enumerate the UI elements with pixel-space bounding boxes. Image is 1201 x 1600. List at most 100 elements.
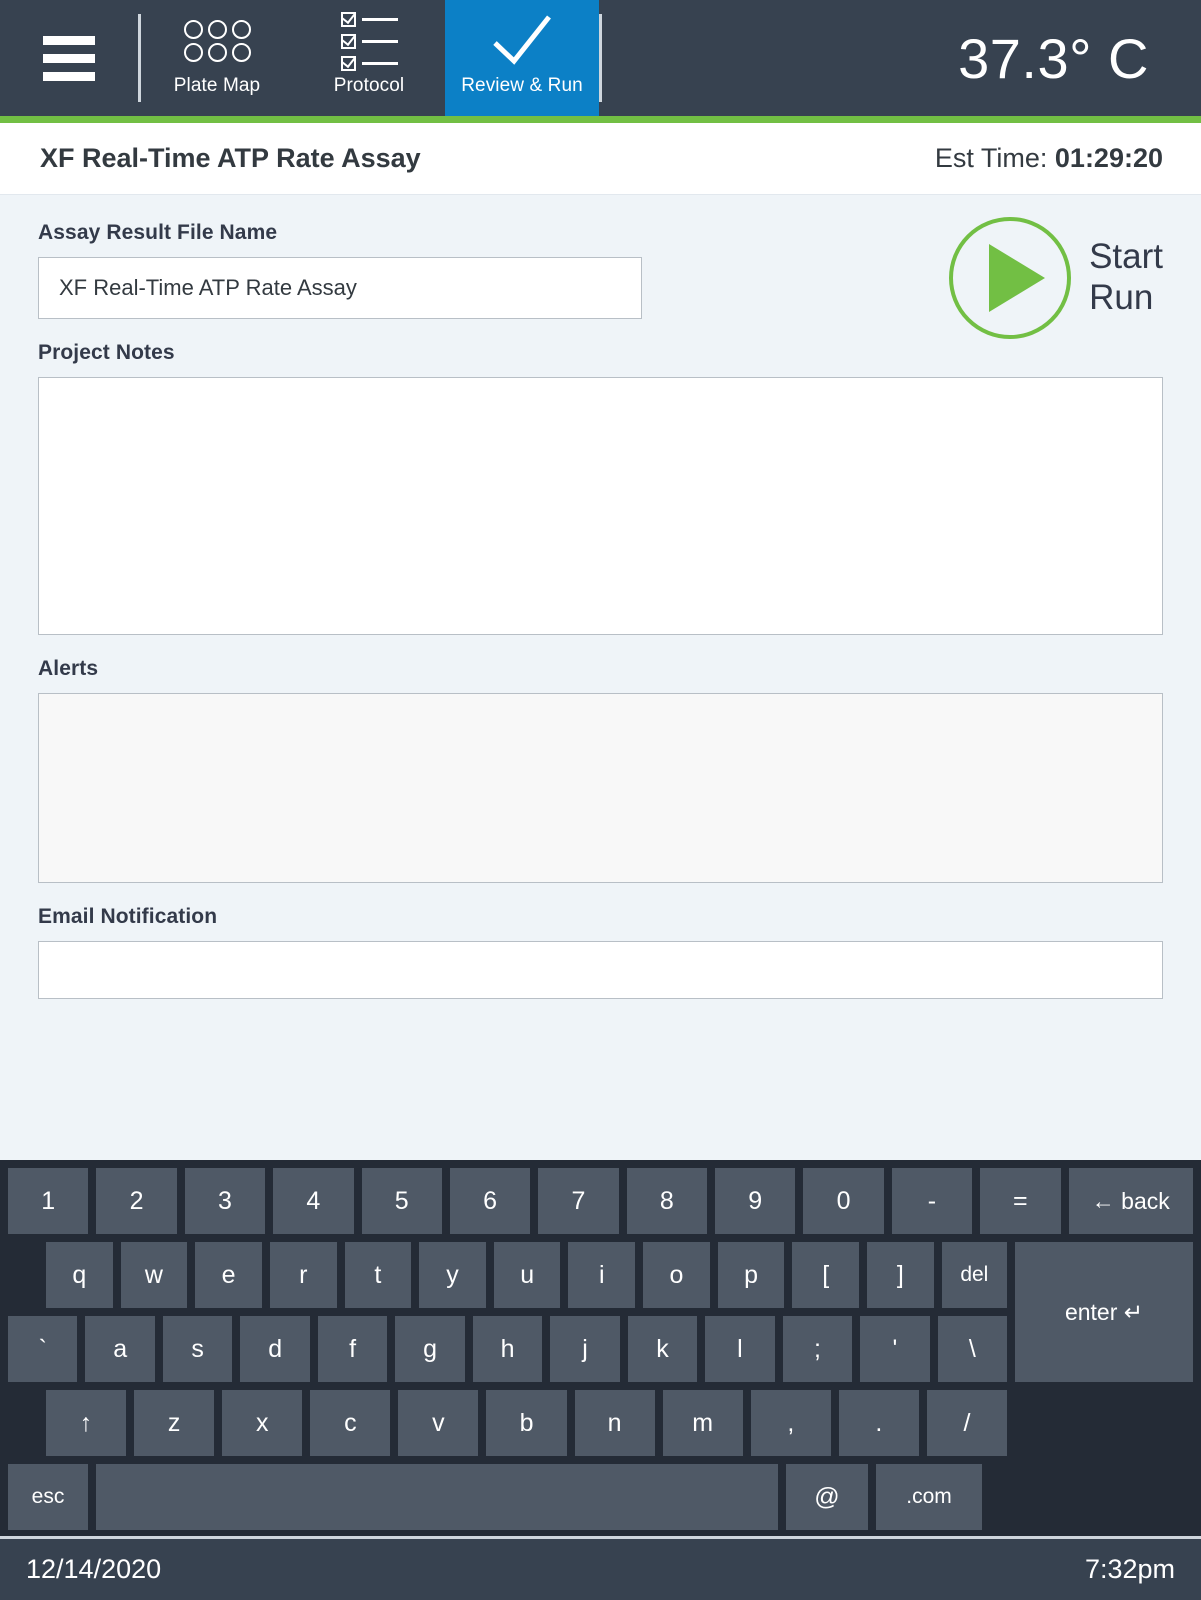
key-comma[interactable]: , bbox=[750, 1390, 831, 1456]
key-dot-com[interactable]: .com bbox=[876, 1464, 982, 1530]
key-x[interactable]: x bbox=[222, 1390, 303, 1456]
key-g[interactable]: g bbox=[395, 1316, 465, 1382]
tab-review-and-run-label: Review & Run bbox=[461, 75, 583, 96]
key-n[interactable]: n bbox=[574, 1390, 655, 1456]
temperature-display: 37.3° C bbox=[958, 26, 1149, 90]
key-6[interactable]: 6 bbox=[449, 1168, 531, 1234]
key-4[interactable]: 4 bbox=[273, 1168, 354, 1234]
email-notification-label: Email Notification bbox=[38, 905, 218, 928]
keyboard-lower-section: q w e r t y u i o p [ ] del ` a s d f g … bbox=[8, 1242, 1193, 1530]
key-apostrophe[interactable]: ' bbox=[860, 1316, 930, 1382]
key-a[interactable]: a bbox=[85, 1316, 155, 1382]
keyboard-letter-rows: q w e r t y u i o p [ ] del ` a s d f g … bbox=[8, 1242, 1008, 1530]
status-bar: 12/14/2020 7:32pm bbox=[0, 1536, 1201, 1600]
assay-title-bar: XF Real-Time ATP Rate Assay Est Time: 01… bbox=[0, 123, 1201, 195]
keyboard-row-home: ` a s d f g h j k l ; ' \ bbox=[8, 1316, 1008, 1382]
key-2[interactable]: 2 bbox=[96, 1168, 177, 1234]
alerts-textarea bbox=[38, 693, 1163, 883]
tab-plate-map-label: Plate Map bbox=[173, 75, 261, 96]
key-l[interactable]: l bbox=[705, 1316, 775, 1382]
key-v[interactable]: v bbox=[398, 1390, 479, 1456]
alerts-group: Alerts bbox=[38, 657, 1163, 883]
key-t[interactable]: t bbox=[344, 1242, 412, 1308]
key-w[interactable]: w bbox=[120, 1242, 188, 1308]
key-delete[interactable]: del bbox=[941, 1242, 1007, 1308]
key-0[interactable]: 0 bbox=[803, 1168, 884, 1234]
status-time: 7:32pm bbox=[1084, 1554, 1175, 1584]
key-s[interactable]: s bbox=[162, 1316, 233, 1382]
key-8[interactable]: 8 bbox=[626, 1168, 707, 1234]
on-screen-keyboard: 1 2 3 4 5 6 7 8 9 0 - = ← back q w e r t bbox=[0, 1160, 1201, 1536]
status-date: 12/14/2020 bbox=[26, 1554, 162, 1584]
checkmark-icon bbox=[489, 13, 555, 69]
key-9[interactable]: 9 bbox=[715, 1168, 796, 1234]
application-window: Plate Map Protocol Review & Run 37.3° C bbox=[0, 0, 1201, 1600]
key-q[interactable]: q bbox=[46, 1242, 113, 1308]
key-backspace[interactable]: ← back bbox=[1068, 1168, 1194, 1234]
key-5[interactable]: 5 bbox=[361, 1168, 442, 1234]
key-z[interactable]: z bbox=[134, 1390, 215, 1456]
green-accent-bar bbox=[0, 116, 1201, 123]
key-1[interactable]: 1 bbox=[8, 1168, 89, 1234]
hamburger-line bbox=[43, 71, 95, 81]
key-u[interactable]: u bbox=[493, 1242, 561, 1308]
key-bracket-left[interactable]: [ bbox=[792, 1242, 860, 1308]
keyboard-row-numbers: 1 2 3 4 5 6 7 8 9 0 - = ← back bbox=[8, 1168, 1194, 1234]
tab-protocol[interactable]: Protocol bbox=[293, 0, 445, 116]
tab-review-and-run[interactable]: Review & Run bbox=[445, 0, 599, 116]
key-enter[interactable]: enter ↵ bbox=[1015, 1242, 1193, 1382]
file-name-input[interactable]: XF Real-Time ATP Rate Assay bbox=[38, 257, 642, 319]
key-7[interactable]: 7 bbox=[538, 1168, 619, 1234]
key-j[interactable]: j bbox=[550, 1316, 620, 1382]
keyboard-row-bottom: esc @ .com bbox=[8, 1464, 1007, 1530]
key-backslash[interactable]: \ bbox=[937, 1316, 1008, 1382]
key-o[interactable]: o bbox=[643, 1242, 710, 1308]
hamburger-menu-icon[interactable] bbox=[0, 0, 138, 116]
hamburger-line bbox=[43, 53, 95, 63]
tab-plate-map[interactable]: Plate Map bbox=[141, 0, 293, 116]
key-f[interactable]: f bbox=[317, 1316, 388, 1382]
key-space[interactable] bbox=[96, 1464, 778, 1530]
key-e[interactable]: e bbox=[195, 1242, 262, 1308]
key-b[interactable]: b bbox=[486, 1390, 567, 1456]
key-p[interactable]: p bbox=[717, 1242, 785, 1308]
key-i[interactable]: i bbox=[568, 1242, 636, 1308]
play-icon bbox=[949, 217, 1072, 339]
key-escape[interactable]: esc bbox=[8, 1464, 88, 1530]
key-y[interactable]: y bbox=[419, 1242, 486, 1308]
est-time-value: 01:29:20 bbox=[1054, 143, 1163, 173]
review-and-run-form: Start Run Assay Result File Name XF Real… bbox=[0, 195, 1201, 1160]
key-h[interactable]: h bbox=[472, 1316, 543, 1382]
top-navigation-bar: Plate Map Protocol Review & Run 37.3° C bbox=[0, 0, 1201, 116]
keyboard-row-qwerty: q w e r t y u i o p [ ] del bbox=[8, 1242, 1007, 1308]
tab-protocol-label: Protocol bbox=[333, 75, 405, 96]
start-run-button[interactable]: Start Run bbox=[949, 217, 1163, 339]
key-backtick[interactable]: ` bbox=[8, 1316, 78, 1382]
estimated-time: Est Time: 01:29:20 bbox=[935, 143, 1163, 174]
key-bracket-right[interactable]: ] bbox=[867, 1242, 934, 1308]
hamburger-line bbox=[43, 35, 95, 45]
key-m[interactable]: m bbox=[662, 1390, 743, 1456]
email-notification-group: Email Notification bbox=[38, 905, 1163, 999]
project-notes-textarea[interactable] bbox=[38, 377, 1163, 635]
key-r[interactable]: r bbox=[269, 1242, 337, 1308]
project-notes-label: Project Notes bbox=[38, 341, 175, 364]
keyboard-enter-column: enter ↵ bbox=[1015, 1242, 1193, 1530]
key-3[interactable]: 3 bbox=[184, 1168, 266, 1234]
email-notification-input[interactable] bbox=[38, 941, 1163, 999]
key-slash[interactable]: / bbox=[926, 1390, 1008, 1456]
key-at-sign[interactable]: @ bbox=[786, 1464, 868, 1530]
est-time-label: Est Time: bbox=[934, 143, 1048, 173]
protocol-checklist-icon bbox=[340, 11, 398, 71]
key-minus[interactable]: - bbox=[891, 1168, 973, 1234]
key-equals[interactable]: = bbox=[980, 1168, 1061, 1234]
key-shift[interactable]: ↑ bbox=[46, 1390, 127, 1456]
project-notes-group: Project Notes bbox=[38, 341, 1163, 635]
key-semicolon[interactable]: ; bbox=[782, 1316, 853, 1382]
key-period[interactable]: . bbox=[838, 1390, 919, 1456]
key-d[interactable]: d bbox=[240, 1316, 310, 1382]
page-title: XF Real-Time ATP Rate Assay bbox=[40, 143, 421, 173]
key-c[interactable]: c bbox=[310, 1390, 391, 1456]
key-k[interactable]: k bbox=[627, 1316, 698, 1382]
start-run-line2: Run bbox=[1089, 278, 1154, 317]
